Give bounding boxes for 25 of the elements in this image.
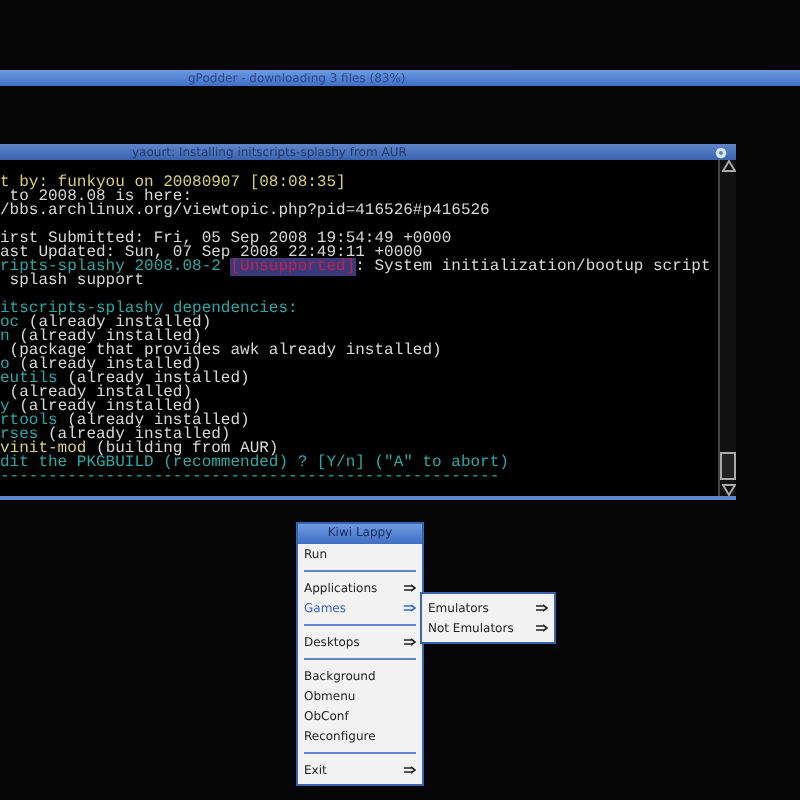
terminal-line: y (already installed): [0, 400, 202, 414]
terminal-line: vinit-mod (building from AUR): [0, 442, 279, 456]
terminal-line: itscripts-splashy dependencies:: [0, 302, 300, 316]
terminal-line: ripts-splashy 2008.08-2 [Unsupported]: System initialization/bootup script: [0, 260, 713, 274]
terminal-line: splash support: [9, 274, 147, 288]
scroll-down-icon[interactable]: [721, 484, 735, 496]
scroll-thumb[interactable]: [720, 452, 736, 480]
terminal-line: n (already installed): [0, 330, 202, 344]
terminal-line: dit the PKGBUILD (recommended) ? [Y/n] ("A" to abort): [0, 456, 511, 470]
scrollbar[interactable]: [718, 160, 736, 496]
terminal-line: t by: funkyou on 20080907 [08:08:35]: [0, 176, 348, 190]
terminal-line: ----------------------------------------------------: [0, 470, 500, 484]
terminal-line: ast Updated: Sun, 07 Sep 2008 22:49:11 +0000: [0, 246, 423, 260]
terminal-line: irst Submitted: Fri, 05 Sep 2008 19:54:49 +0000: [0, 232, 454, 246]
terminal-line: o (already installed): [0, 358, 202, 372]
terminal-line: (already installed): [9, 386, 193, 400]
scroll-up-icon[interactable]: [721, 160, 735, 172]
terminal-line: rses (already installed): [0, 428, 231, 442]
terminal-line: to 2008.08 is here:: [9, 190, 193, 204]
gear-icon[interactable]: [714, 145, 728, 159]
terminal-line: rtools (already installed): [0, 414, 252, 428]
terminal-line: eutils (already installed): [0, 372, 252, 386]
terminal-line: (package that provides awk already installed): [9, 344, 444, 358]
terminal-line: /bbs.archlinux.org/viewtopic.php?pid=416526#p416526: [0, 204, 492, 218]
terminal-line: oc (already installed): [0, 316, 212, 330]
